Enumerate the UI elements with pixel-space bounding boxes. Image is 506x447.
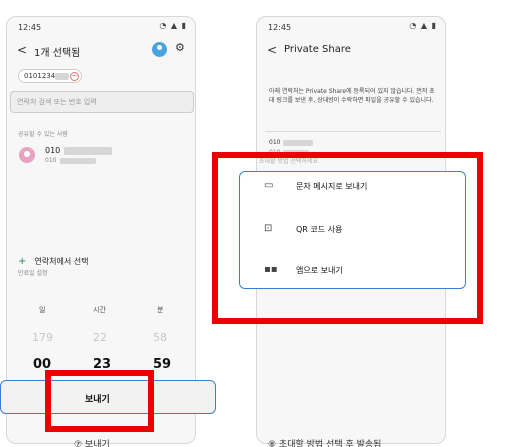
status-time: 12:45 (18, 23, 42, 32)
signal-icons: ◔ ▲ ▮ (159, 21, 187, 30)
qr-code-icon: ⊡ (264, 223, 273, 234)
send-sms-option[interactable]: ▭ 문자 메시지로 보내기 (240, 172, 467, 202)
add-from-contacts-button[interactable]: + 연락처에서 선택 (18, 256, 88, 267)
private-share-header: < Private Share (257, 39, 445, 65)
signal-icons: ◔ ▲ ▮ (409, 21, 437, 30)
expiry-label: 만료일 설정 (18, 270, 48, 277)
option-label: QR 코드 사용 (296, 225, 343, 234)
picker-header-hour: 시간 (93, 306, 106, 314)
status-bar: 12:45 ◔ ▲ ▮ (257, 17, 445, 35)
left-caption: ⑦ 보내기 (74, 440, 110, 447)
app-grid-icon: ▪▪ (264, 264, 278, 275)
option-label: 문자 메시지로 보내기 (296, 182, 368, 191)
profile-avatar-icon[interactable] (152, 42, 167, 57)
divider (265, 131, 441, 132)
share-section-label: 공유할 수 있는 사람 (18, 131, 68, 138)
right-caption: ⑧ 초대할 방법 선택 후 발송됨 (268, 440, 382, 447)
picker-hour-prev[interactable]: 22 (93, 331, 107, 344)
picker-header-day: 일 (39, 306, 46, 314)
remove-chip-icon[interactable]: − (70, 72, 79, 81)
status-bar: 12:45 ◔ ▲ ▮ (7, 17, 195, 35)
redacted-block (55, 72, 70, 80)
back-arrow-icon[interactable]: < (17, 43, 27, 57)
contact-avatar-icon (19, 147, 35, 163)
plus-icon: + (18, 256, 27, 267)
gear-icon[interactable]: ⚙ (175, 41, 185, 54)
invite-method-popup: ▭ 문자 메시지로 보내기 ⊡ QR 코드 사용 ▪▪ 앱으로 보내기 (239, 171, 466, 289)
selection-header: < 1개 선택됨 ⚙ (7, 39, 195, 65)
description-text: 아래 연락처는 Private Share에 등록되어 있지 않습니다. 먼저 … (269, 88, 435, 104)
page-title: Private Share (284, 44, 351, 55)
back-arrow-icon[interactable]: < (267, 43, 277, 57)
status-time: 12:45 (268, 23, 292, 32)
qr-code-option[interactable]: ⊡ QR 코드 사용 (240, 215, 467, 245)
option-label: 앱으로 보내기 (296, 266, 343, 275)
message-icon: ▭ (264, 180, 274, 191)
picker-day-prev[interactable]: 179 (32, 331, 53, 344)
invite-number: 010 (269, 139, 314, 146)
send-via-app-option[interactable]: ▪▪ 앱으로 보내기 (240, 256, 467, 286)
contact-number: 010 (45, 146, 113, 155)
contact-row[interactable]: 010 010 (7, 142, 195, 172)
contact-sub: 010 (45, 157, 97, 164)
send-highlight-box (45, 370, 154, 432)
picker-minute-prev[interactable]: 58 (153, 331, 167, 344)
picker-header-minute: 분 (157, 306, 164, 314)
selected-number-chip[interactable]: 0101234 − (18, 69, 82, 83)
chip-number: 0101234 (24, 72, 56, 80)
picker-minute-value[interactable]: 59 (153, 357, 171, 372)
page-title: 1개 선택됨 (34, 48, 81, 59)
search-input[interactable]: 연락처 검색 또는 번호 입력 (10, 91, 194, 113)
